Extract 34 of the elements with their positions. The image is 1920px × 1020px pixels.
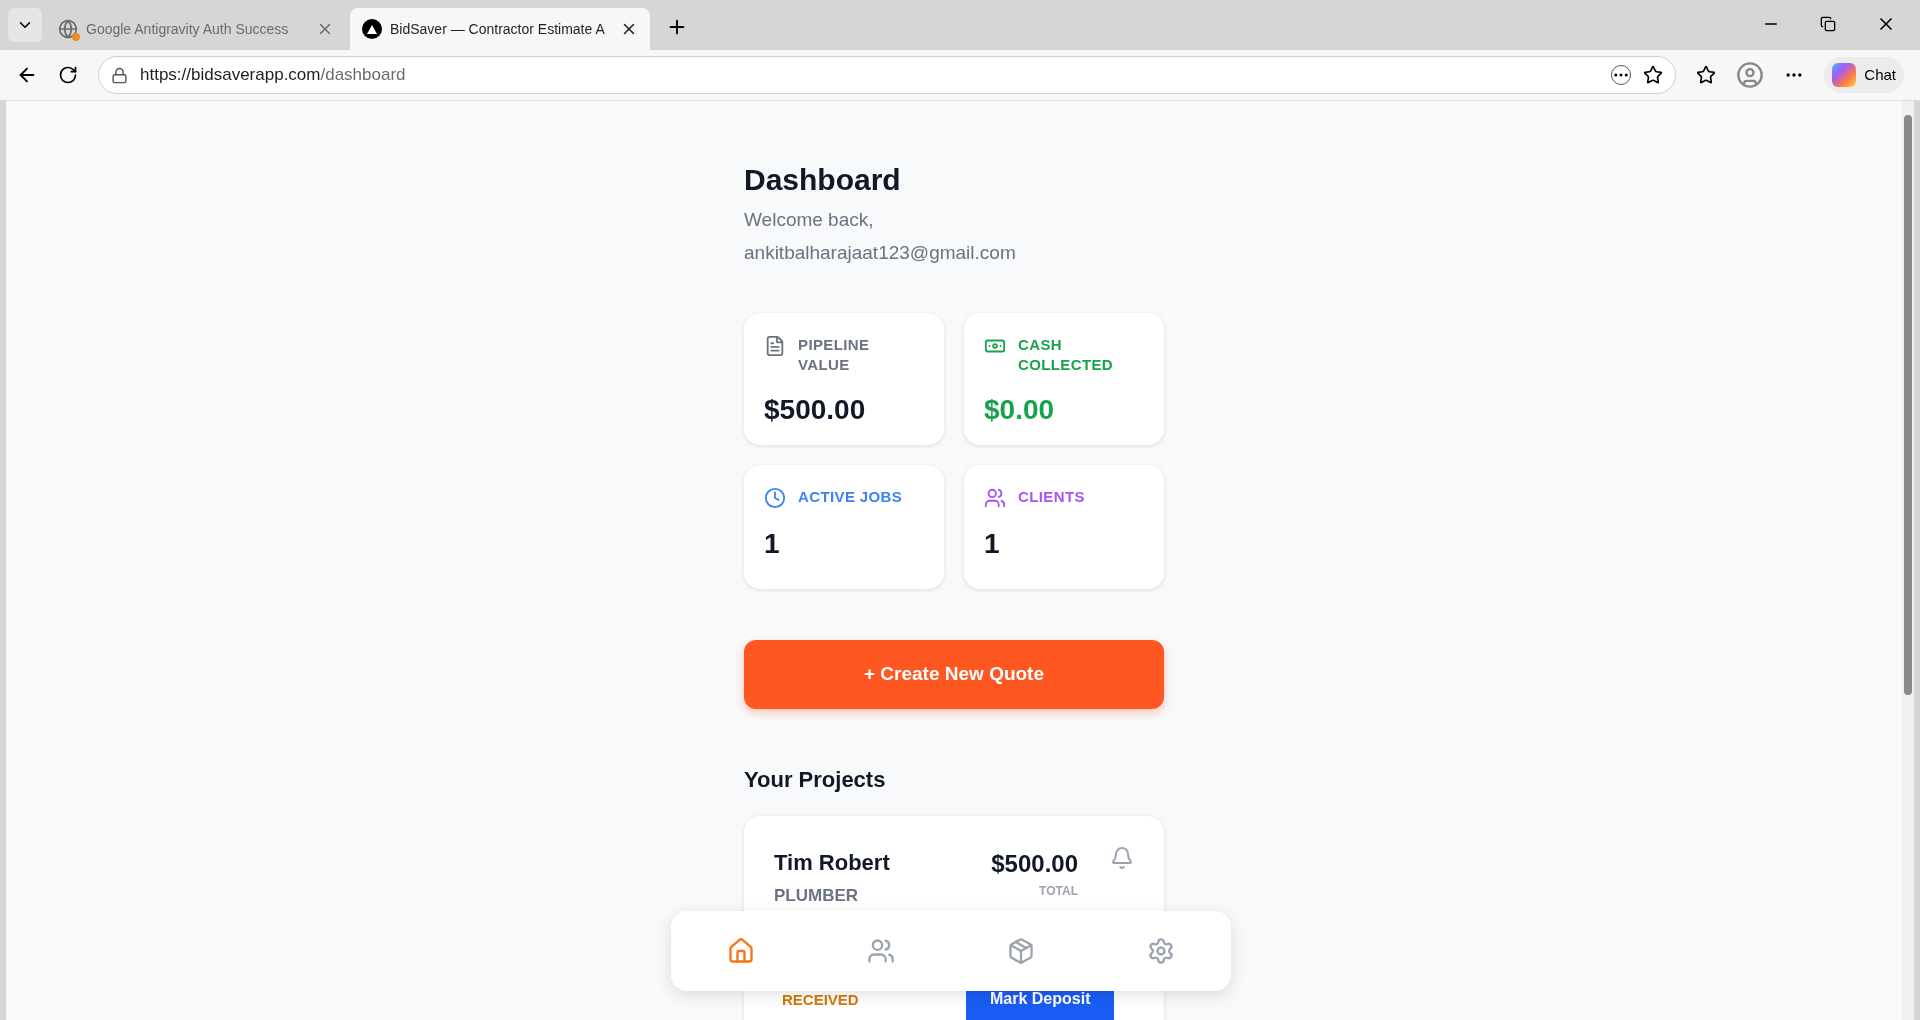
tab-title: Google Antigravity Auth Success <box>86 19 290 39</box>
stat-value: $500.00 <box>764 393 867 427</box>
section-title: Your Projects <box>744 766 887 794</box>
nav-home-button[interactable] <box>727 937 755 965</box>
stat-label: PIPELINE VALUE <box>798 335 871 375</box>
favorites-icon[interactable] <box>1696 65 1717 85</box>
address-bar[interactable]: https://bidsaverapp.com/dashboard <box>98 56 1677 94</box>
welcome-text: Welcome back, <box>744 208 875 232</box>
total-label: TOTAL <box>1039 883 1078 900</box>
browser-tab[interactable]: BidSaver — Contractor Estimate A <box>350 8 650 50</box>
chat-button[interactable]: Chat <box>1824 57 1904 93</box>
stat-label: ACTIVE JOBS <box>798 487 904 507</box>
profile-avatar-icon[interactable] <box>1736 61 1765 89</box>
stat-label: CASH COLLECTED <box>1018 335 1115 375</box>
globe-icon <box>58 19 78 39</box>
browser-tab[interactable]: Google Antigravity Auth Success <box>46 8 346 50</box>
restore-icon[interactable] <box>1820 16 1836 32</box>
trade-label: PLUMBER <box>774 885 860 907</box>
stat-value: 1 <box>984 527 1001 561</box>
url-text: https://bidsaverapp.com/dashboard <box>140 64 407 87</box>
copilot-logo-icon <box>1832 63 1857 87</box>
payment-status: RECEIVED <box>781 989 860 1010</box>
client-name: Tim Robert <box>774 849 891 877</box>
tab-title: BidSaver — Contractor Estimate A <box>390 19 606 39</box>
stat-value: 1 <box>764 527 781 561</box>
page-title: Dashboard <box>744 162 902 198</box>
reload-icon[interactable] <box>58 65 78 85</box>
stat-value: $0.00 <box>984 393 1056 427</box>
favorite-star-icon[interactable] <box>1643 65 1664 85</box>
lock-icon <box>111 66 128 84</box>
stat-label: CLIENTS <box>1018 487 1086 507</box>
project-total: $500.00 <box>991 849 1078 879</box>
triangle-logo-icon <box>362 19 382 39</box>
email-text: ankitbalharajaat123@gmail.com <box>744 240 1017 265</box>
